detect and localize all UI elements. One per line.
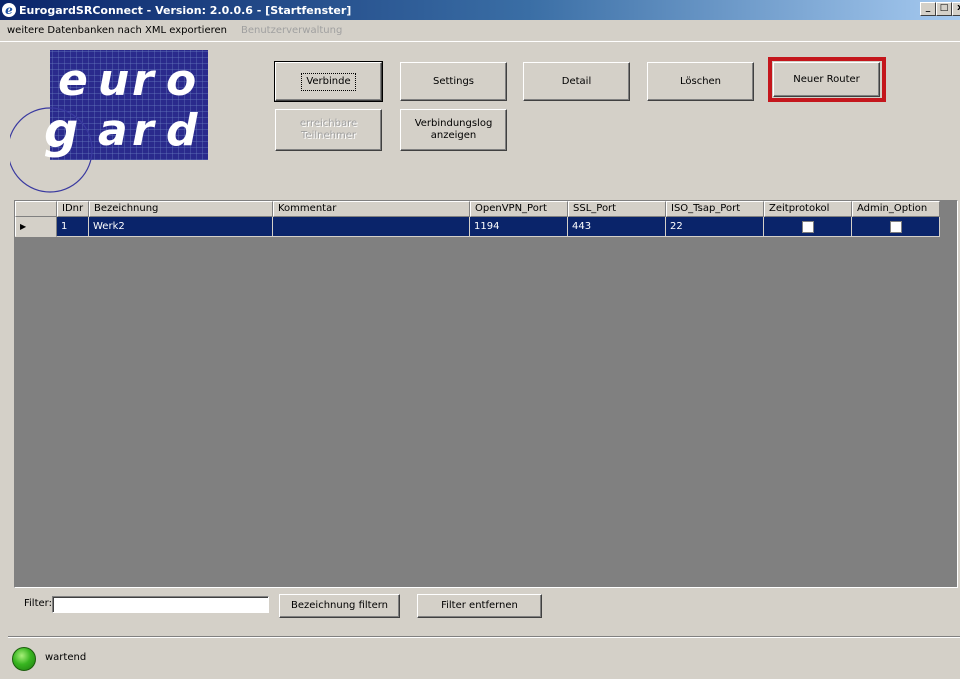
- table-header: IDnr Bezeichnung Kommentar OpenVPN_Port …: [15, 201, 940, 217]
- settings-button[interactable]: Settings: [400, 62, 507, 101]
- logo-letter-r2: r: [132, 105, 156, 156]
- settings-label: Settings: [432, 75, 474, 87]
- erreichbare-label-1: erreichbare: [299, 118, 358, 129]
- close-button[interactable]: x: [952, 2, 960, 16]
- cell-bezeichnung[interactable]: Werk2: [89, 217, 273, 237]
- status-led-icon: [12, 647, 36, 671]
- status-divider: [8, 636, 960, 638]
- eurogard-logo: e u r o g a r d: [10, 50, 208, 193]
- detail-button[interactable]: Detail: [523, 62, 630, 101]
- router-table[interactable]: IDnr Bezeichnung Kommentar OpenVPN_Port …: [14, 200, 958, 588]
- filter-label: Filter:: [24, 598, 52, 609]
- header-bezeichnung[interactable]: Bezeichnung: [89, 201, 273, 217]
- title-bar: e EurogardSRConnect - Version: 2.0.0.6 -…: [0, 0, 960, 20]
- verbinde-label: Verbinde: [301, 72, 356, 91]
- admin-option-checkbox[interactable]: [889, 221, 902, 233]
- detail-label: Detail: [561, 75, 592, 87]
- loeschen-label: Löschen: [679, 75, 722, 87]
- header-kommentar[interactable]: Kommentar: [273, 201, 470, 217]
- table-row[interactable]: ▶ 1 Werk2 1194 443 22: [15, 217, 940, 237]
- row-pointer-icon: ▶: [15, 217, 57, 237]
- maximize-button[interactable]: □: [936, 2, 952, 16]
- minimize-button[interactable]: _: [920, 2, 936, 16]
- logo-letter-r: r: [132, 55, 156, 106]
- cell-openvpn-port[interactable]: 1194: [470, 217, 568, 237]
- header-openvpn-port[interactable]: OpenVPN_Port: [470, 201, 568, 217]
- logo-letter-e: e: [58, 55, 88, 106]
- neuer-router-label: Neuer Router: [793, 73, 860, 85]
- menu-user-management[interactable]: Benutzerverwaltung: [234, 25, 349, 36]
- menu-export-xml[interactable]: weitere Datenbanken nach XML exportieren: [0, 25, 234, 36]
- verbindungslog-button[interactable]: Verbindungslog anzeigen: [400, 109, 507, 151]
- logo-letter-d: d: [166, 105, 198, 156]
- header-ssl-port[interactable]: SSL_Port: [568, 201, 666, 217]
- cell-iso-tsap-port[interactable]: 22: [666, 217, 764, 237]
- cell-ssl-port[interactable]: 443: [568, 217, 666, 237]
- header-idnr[interactable]: IDnr: [57, 201, 89, 217]
- cell-idnr[interactable]: 1: [57, 217, 89, 237]
- window-title: EurogardSRConnect - Version: 2.0.0.6 - […: [19, 3, 352, 17]
- filter-entfernen-button[interactable]: Filter entfernen: [417, 594, 542, 618]
- cell-kommentar[interactable]: [273, 217, 470, 237]
- bezeichnung-filtern-label: Bezeichnung filtern: [291, 600, 388, 611]
- logo-letter-o: o: [166, 55, 196, 106]
- erreichbare-label-2: Teilnehmer: [301, 130, 356, 141]
- verbindungslog-label-2: anzeigen: [430, 130, 477, 141]
- cell-zeitprotokol: [764, 217, 852, 237]
- verbindungslog-label-1: Verbindungslog: [414, 118, 493, 129]
- window-controls: _ □ x: [920, 2, 960, 16]
- filter-entfernen-label: Filter entfernen: [441, 600, 518, 611]
- erreichbare-teilnehmer-button[interactable]: erreichbare Teilnehmer: [275, 109, 382, 151]
- filter-input[interactable]: [52, 596, 269, 613]
- neuer-router-button[interactable]: Neuer Router: [773, 62, 880, 97]
- logo-letter-u: u: [98, 55, 129, 106]
- logo-letter-g: g: [44, 103, 78, 159]
- header-admin-option[interactable]: Admin_Option: [852, 201, 940, 217]
- bezeichnung-filtern-button[interactable]: Bezeichnung filtern: [279, 594, 400, 618]
- verbinde-button[interactable]: Verbinde: [274, 61, 383, 102]
- loeschen-button[interactable]: Löschen: [647, 62, 754, 101]
- cell-admin-option: [852, 217, 940, 237]
- header-row-selector: [15, 201, 57, 217]
- header-zeitprotokol[interactable]: Zeitprotokol: [764, 201, 852, 217]
- logo-letter-a: a: [98, 105, 128, 156]
- status-text: wartend: [45, 652, 87, 663]
- zeitprotokol-checkbox[interactable]: [801, 221, 814, 233]
- header-iso-tsap-port[interactable]: ISO_Tsap_Port: [666, 201, 764, 217]
- menu-bar: weitere Datenbanken nach XML exportieren…: [0, 20, 960, 42]
- app-icon: e: [2, 3, 16, 17]
